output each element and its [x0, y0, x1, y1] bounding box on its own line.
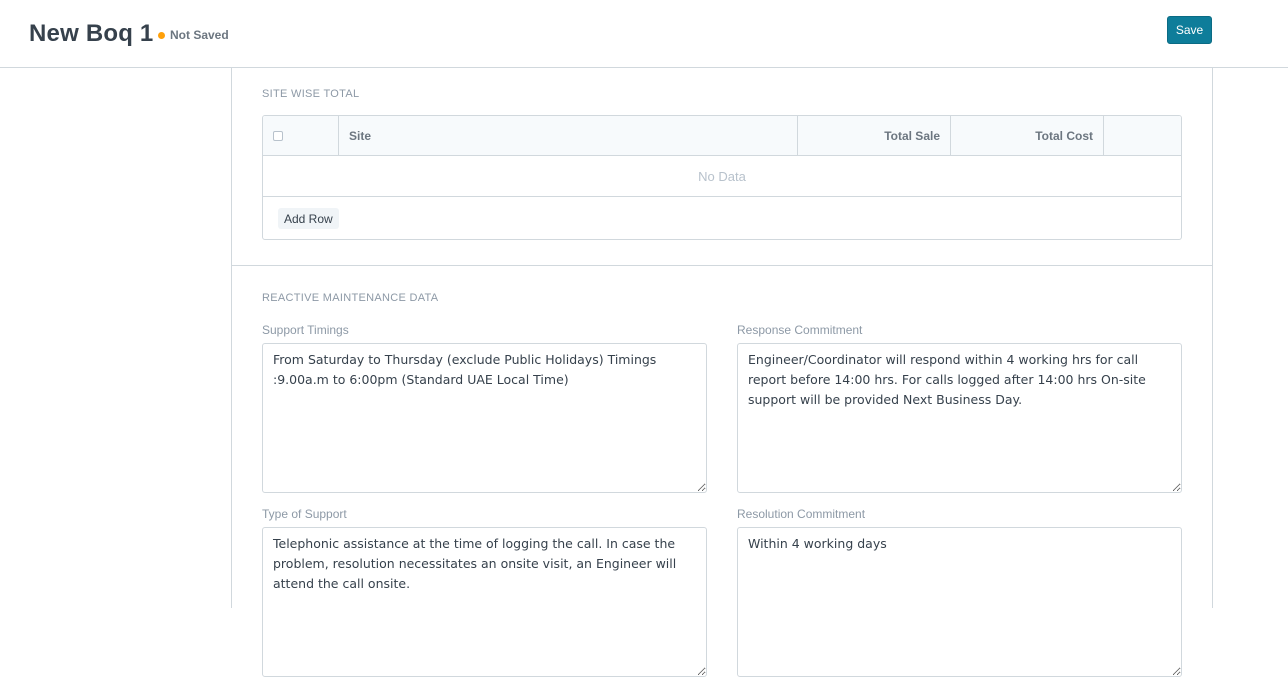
select-all-checkbox[interactable]: [273, 131, 283, 141]
section-heading-reactive-maintenance: REACTIVE MAINTENANCE DATA: [262, 292, 439, 304]
resolution-commitment-field[interactable]: Within 4 working days: [737, 527, 1182, 677]
grid-column-site: Site: [339, 116, 798, 156]
page-title: New Boq 1: [29, 20, 154, 47]
grid-header-row: Site Total Sale Total Cost: [263, 116, 1181, 156]
grid-empty-message: No Data: [263, 156, 1181, 197]
support-timings-field[interactable]: From Saturday to Thursday (exclude Publi…: [262, 343, 707, 493]
site-wise-total-grid: Site Total Sale Total Cost No Data Add R…: [262, 115, 1182, 240]
grid-column-total-cost: Total Cost: [951, 116, 1104, 156]
form-body: SITE WISE TOTAL Site Total Sale Total Co…: [231, 68, 1213, 677]
status-indicator: Not Saved: [158, 28, 229, 42]
response-commitment-field[interactable]: Engineer/Coordinator will respond within…: [737, 343, 1182, 493]
type-of-support-label: Type of Support: [262, 507, 347, 521]
resolution-commitment-label: Resolution Commitment: [737, 507, 866, 521]
save-button[interactable]: Save: [1167, 16, 1212, 44]
grid-column-actions: [1104, 116, 1181, 156]
type-of-support-field[interactable]: Telephonic assistance at the time of log…: [262, 527, 707, 677]
status-label: Not Saved: [170, 28, 229, 42]
section-divider: [232, 265, 1212, 266]
response-commitment-label: Response Commitment: [737, 323, 863, 337]
page-header: New Boq 1 Not Saved Save: [0, 0, 1288, 68]
column-header-total-cost: Total Cost: [1035, 129, 1093, 143]
column-header-total-sale: Total Sale: [884, 129, 940, 143]
section-heading-site-wise-total: SITE WISE TOTAL: [262, 88, 360, 100]
grid-column-total-sale: Total Sale: [798, 116, 951, 156]
add-row-button[interactable]: Add Row: [278, 208, 339, 229]
grid-select-all-cell: [263, 116, 339, 156]
status-dot-icon: [158, 31, 165, 39]
column-header-site: Site: [349, 129, 372, 143]
support-timings-label: Support Timings: [262, 323, 349, 337]
